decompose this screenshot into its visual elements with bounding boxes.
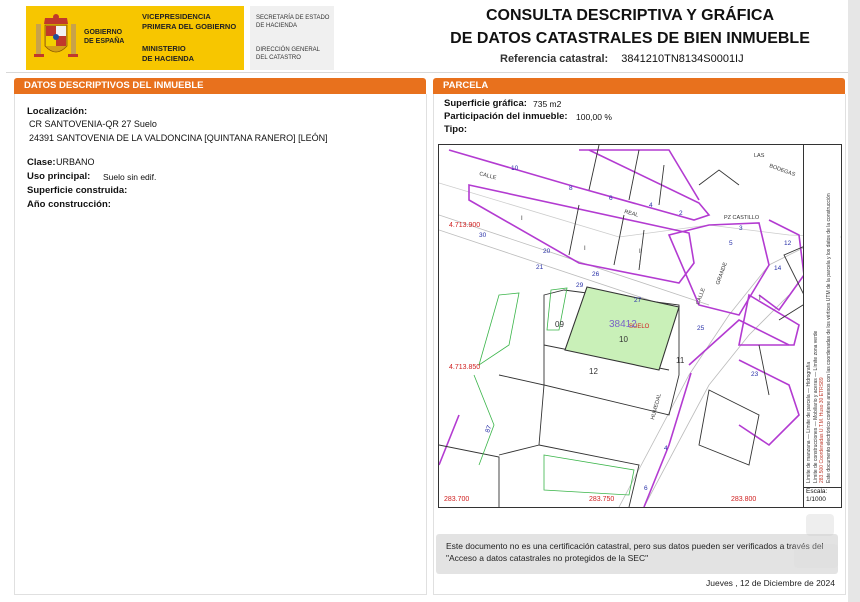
vice-line2: PRIMERA DEL GOBIERNO — [142, 21, 237, 31]
document-page: GOBIERNO DE ESPAÑA VICEPRESIDENCIA PRIME… — [0, 0, 860, 602]
coord-y1: 4.713.900 — [449, 222, 480, 229]
superficie-grafica-value: 735 m2 — [533, 99, 562, 109]
street-grande: GRANDE — [715, 261, 729, 285]
street-bodegas: BODEGAS — [768, 163, 796, 178]
superficie-grafica-label: Superficie gráfica: — [444, 98, 527, 109]
house-num-20: 20 — [543, 248, 551, 255]
house-num-10b: 10 — [511, 165, 519, 172]
vice-line1: VICEPRESIDENCIA — [142, 12, 211, 21]
house-num-27: 27 — [634, 297, 642, 304]
datos-descriptivos-panel — [14, 94, 427, 595]
street-calle: CALLE — [478, 171, 497, 181]
street-las: LAS — [754, 153, 765, 159]
coord-y2: 4.713.850 — [449, 364, 480, 371]
clase-value: URBANO — [56, 157, 95, 167]
mark-i3: I — [584, 246, 586, 252]
house-num-6b: 6 — [644, 485, 648, 492]
dir-line1: DIRECCIÓN GENERAL — [256, 47, 321, 53]
min-line1: MINISTERIO — [142, 44, 186, 53]
document-title-line1: CONSULTA DESCRIPTIVA Y GRÁFICA — [485, 7, 774, 24]
referencia-catastral: Referencia catastral: 3841210TN8134S0001… — [500, 53, 744, 65]
localizacion-label: Localización: — [27, 106, 88, 117]
header-divider — [6, 72, 852, 73]
map-legend: Límite de manzana — Límite de parcela — … — [803, 145, 840, 487]
street-humedal: HUMEDAL — [650, 393, 663, 421]
coat-of-arms-icon — [34, 14, 78, 57]
house-num-30: 30 — [479, 232, 487, 239]
legend-hidrografia: Hidrografía — [806, 361, 812, 387]
parcela-bar: PARCELA — [433, 78, 845, 94]
house-num-21: 21 — [536, 264, 544, 271]
coord-x1: 283.700 — [444, 496, 469, 503]
right-scroll-strip — [848, 0, 860, 602]
coord-x2: 283.750 — [589, 496, 614, 503]
mark-i1: I — [521, 216, 523, 222]
cadastral-map[interactable]: 4.713.900 4.713.850 283.700 283.750 283.… — [438, 144, 842, 508]
gobierno-logo: GOBIERNO DE ESPAÑA VICEPRESIDENCIA PRIME… — [26, 6, 244, 70]
superficie-construida-label: Superficie construida: — [27, 185, 128, 196]
localizacion-line1: CR SANTOVENIA-QR 27 Suelo — [29, 119, 157, 129]
legend-documento-electronico: Este documento electrónico contiene anex… — [825, 193, 832, 483]
parcel-num-09: 09 — [555, 320, 564, 329]
tipo-label: Tipo: — [444, 124, 468, 135]
direccion-text: DIRECCIÓN GENERAL DEL CATASTRO — [256, 46, 320, 62]
referencia-label: Referencia catastral: — [500, 53, 609, 65]
house-num-25: 25 — [697, 325, 705, 332]
parcel-num-10: 10 — [619, 335, 628, 344]
street-real: REAL — [623, 209, 638, 219]
house-num-26: 26 — [592, 271, 600, 278]
house-num-3: 3 — [739, 225, 743, 232]
min-line2: DE HACIENDA — [142, 53, 195, 63]
coord-x3: 283.800 — [731, 496, 756, 503]
referencia-value: 3841210TN8134S0001IJ — [621, 53, 744, 65]
clase-label: Clase: — [27, 157, 56, 168]
verification-notice: Este documento no es una certificación c… — [436, 534, 838, 574]
uso-principal-label: Uso principal: — [27, 171, 91, 182]
house-num-29: 29 — [576, 282, 584, 289]
anio-construccion-label: Año construcción: — [27, 199, 111, 210]
house-num-23: 23 — [751, 371, 759, 378]
secretaria-box: SECRETARÍA DE ESTADO DE HACIENDA DIRECCI… — [250, 6, 334, 70]
gobierno-text: GOBIERNO DE ESPAÑA — [84, 28, 124, 46]
datos-descriptivos-bar: DATOS DESCRIPTIVOS DEL INMUEBLE — [14, 78, 426, 94]
uso-principal-value: Suelo sin edif. — [103, 172, 157, 182]
localizacion-line2: 24391 SANTOVENIA DE LA VALDONCINA [QUINT… — [29, 133, 328, 143]
participacion-label: Participación del inmueble: — [444, 111, 568, 122]
map-drawing: 4.713.900 4.713.850 283.700 283.750 283.… — [439, 145, 841, 507]
notice-text: Este documento no es una certificación c… — [446, 541, 824, 563]
ministerio-text: MINISTERIO DE HACIENDA — [142, 44, 242, 63]
house-num-5: 5 — [729, 240, 733, 247]
legend-content: Límite de manzana — Límite de parcela — … — [806, 147, 832, 483]
dir-line2: DEL CATASTRO — [256, 55, 301, 61]
house-num-14: 14 — [774, 265, 782, 272]
house-num-12b: 12 — [784, 240, 792, 247]
legend-construcciones: Límite de construcciones — [812, 427, 819, 483]
sec-line1: SECRETARÍA DE ESTADO — [256, 15, 330, 21]
watermark-icon — [794, 514, 838, 568]
street-pz-castillo: PZ CASTILLO — [724, 215, 760, 221]
house-num-87: 87 — [484, 424, 493, 434]
parcel-num-11: 11 — [676, 356, 685, 365]
secretaria-text: SECRETARÍA DE ESTADO DE HACIENDA — [256, 14, 329, 30]
house-num-2: 2 — [679, 210, 683, 217]
gobierno-line1: GOBIERNO — [84, 29, 123, 36]
gobierno-line2: DE ESPAÑA — [84, 38, 125, 45]
legend-parcela: Límite de parcela — [806, 394, 812, 433]
participacion-value: 100,00 % — [576, 112, 612, 122]
mark-i5: I — [639, 261, 641, 267]
parcel-num-12: 12 — [589, 367, 598, 376]
house-num-4b: 4 — [664, 445, 668, 452]
house-num-8: 8 — [569, 185, 573, 192]
document-title-line2: DE DATOS CATASTRALES DE BIEN INMUEBLE — [450, 30, 810, 47]
legend-manzana: Límite de manzana — [806, 440, 812, 483]
legend-mobiliario: Mobiliario y aceras — [812, 378, 819, 420]
vicepresidencia-text: VICEPRESIDENCIA PRIMERA DEL GOBIERNO — [142, 12, 242, 31]
legend-zona-verde: Límite zona verde — [812, 330, 819, 371]
house-num-4: 4 — [649, 202, 653, 209]
house-num-6: 6 — [609, 195, 613, 202]
sec-line2: DE HACIENDA — [256, 23, 298, 29]
parcel-code: 38412 — [609, 319, 637, 330]
document-date: Jueves , 12 de Diciembre de 2024 — [706, 578, 835, 588]
street-calle2: CALLE — [695, 287, 707, 306]
